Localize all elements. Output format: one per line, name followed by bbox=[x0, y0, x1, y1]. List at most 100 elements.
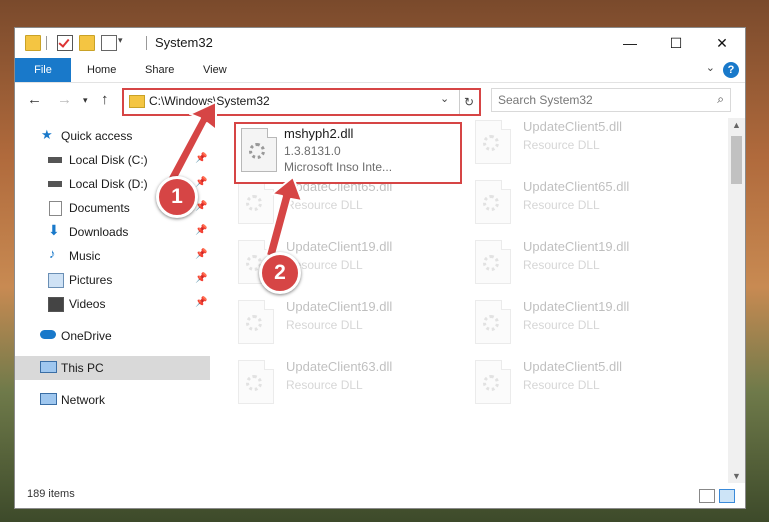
step-1-badge: 1 bbox=[156, 176, 198, 218]
sidebar-item-label: This PC bbox=[61, 361, 104, 375]
file-tile[interactable]: UpdateClient19.dll Resource DLL bbox=[475, 298, 700, 353]
file-name: UpdateClient5.dll bbox=[523, 359, 623, 374]
sidebar-item-local-disk-c[interactable]: Local Disk (C:) 📌 bbox=[15, 148, 210, 172]
dll-file-icon bbox=[238, 180, 274, 224]
file-type: Resource DLL bbox=[286, 378, 363, 392]
sidebar-item-videos[interactable]: Videos 📌 bbox=[15, 292, 210, 316]
file-type: Resource DLL bbox=[523, 318, 600, 332]
file-name: UpdateClient65.dll bbox=[523, 179, 630, 194]
file-type: Resource DLL bbox=[523, 378, 600, 392]
sidebar-item-label: Network bbox=[61, 393, 106, 407]
customize-icon[interactable] bbox=[101, 35, 117, 51]
sidebar-item-this-pc[interactable]: This PC bbox=[15, 356, 210, 380]
video-icon bbox=[48, 297, 64, 312]
network-icon bbox=[40, 393, 57, 405]
sidebar-item-downloads[interactable]: ⬇ Downloads 📌 bbox=[15, 220, 210, 244]
file-name: UpdateClient19.dll bbox=[286, 239, 393, 254]
scrollbar-thumb[interactable] bbox=[731, 136, 742, 184]
vertical-scrollbar[interactable]: ▲ ▼ bbox=[728, 118, 745, 483]
forward-arrow-icon[interactable]: → bbox=[57, 91, 72, 108]
new-folder-icon[interactable] bbox=[79, 35, 95, 51]
maximize-button[interactable]: ☐ bbox=[653, 28, 699, 58]
star-icon: ★ bbox=[41, 127, 53, 142]
sidebar-item-onedrive[interactable]: OneDrive bbox=[15, 324, 210, 348]
help-icon[interactable]: ? bbox=[723, 62, 739, 78]
dll-file-icon bbox=[238, 300, 274, 344]
cloud-icon bbox=[40, 330, 56, 339]
pin-icon: 📌 bbox=[195, 225, 208, 236]
download-icon: ⬇ bbox=[48, 222, 60, 238]
file-type: Resource DLL bbox=[286, 318, 363, 332]
sidebar-item-label: Music bbox=[69, 249, 101, 263]
file-tile[interactable]: UpdateClient19.dll Resource DLL bbox=[475, 238, 700, 293]
details-view-icon[interactable] bbox=[699, 489, 715, 503]
tab-share[interactable]: Share bbox=[135, 58, 184, 82]
address-row: ← → ▾ ↑ C:\Windows\System32 ⌄ ↻ Search S… bbox=[15, 83, 745, 117]
navigation-pane: ★ Quick access Local Disk (C:) 📌 Local D… bbox=[15, 118, 210, 478]
file-type: Resource DLL bbox=[286, 198, 363, 212]
address-bar[interactable]: C:\Windows\System32 ⌄ ↻ bbox=[122, 88, 481, 116]
window-title: System32 bbox=[155, 35, 213, 50]
explorer-window: ▾ System32 — ☐ ✕ File Home Share View ⌄ … bbox=[15, 28, 745, 508]
sidebar-item-quick-access[interactable]: ★ Quick access bbox=[15, 124, 210, 148]
drive-icon bbox=[48, 157, 62, 163]
file-name: UpdateClient5.dll bbox=[523, 119, 623, 134]
back-arrow-icon[interactable]: ← bbox=[27, 91, 42, 108]
sidebar-item-music[interactable]: ♪ Music 📌 bbox=[15, 244, 210, 268]
file-company: Microsoft Inso Inte... bbox=[284, 160, 393, 174]
dll-file-icon bbox=[475, 360, 511, 404]
search-placeholder: Search System32 bbox=[498, 93, 593, 107]
ribbon: File Home Share View ⌄ ? bbox=[15, 58, 745, 83]
folder-icon bbox=[25, 35, 41, 51]
scroll-up-icon[interactable]: ▲ bbox=[732, 120, 741, 130]
sidebar-item-label: OneDrive bbox=[61, 329, 112, 343]
scroll-down-icon[interactable]: ▼ bbox=[732, 471, 741, 481]
divider bbox=[146, 36, 147, 50]
file-tile[interactable]: UpdateClient5.dll Resource DLL bbox=[475, 118, 700, 173]
dll-file-icon bbox=[475, 240, 511, 284]
sidebar-item-pictures[interactable]: Pictures 📌 bbox=[15, 268, 210, 292]
file-type: Resource DLL bbox=[523, 198, 600, 212]
sidebar-item-label: Documents bbox=[69, 201, 130, 215]
pin-icon: 📌 bbox=[195, 177, 208, 188]
sidebar-item-network[interactable]: Network bbox=[15, 388, 210, 412]
file-tile[interactable]: UpdateClient19.dll Resource DLL bbox=[238, 298, 463, 353]
properties-icon[interactable] bbox=[57, 35, 73, 51]
tab-file[interactable]: File bbox=[15, 58, 71, 82]
minimize-button[interactable]: — bbox=[607, 28, 653, 58]
file-tile[interactable]: UpdateClient5.dll Resource DLL bbox=[475, 358, 700, 413]
pin-icon: 📌 bbox=[195, 153, 208, 164]
chevron-down-icon[interactable]: ▾ bbox=[118, 35, 123, 46]
file-type: Resource DLL bbox=[523, 258, 600, 272]
file-tile[interactable]: UpdateClient65.dll Resource DLL bbox=[238, 178, 463, 233]
up-arrow-icon[interactable]: ↑ bbox=[101, 91, 109, 108]
file-tile[interactable]: UpdateClient65.dll Resource DLL bbox=[475, 178, 700, 233]
chevron-down-icon[interactable]: ⌄ bbox=[440, 92, 449, 105]
selected-file-tile[interactable]: mshyph2.dll 1.3.8131.0 Microsoft Inso In… bbox=[234, 122, 462, 184]
large-icons-view-icon[interactable] bbox=[719, 489, 735, 503]
search-icon[interactable]: ⌕ bbox=[717, 92, 724, 107]
file-tile[interactable]: UpdateClient63.dll Resource DLL bbox=[238, 358, 463, 413]
file-name: UpdateClient63.dll bbox=[286, 359, 393, 374]
file-version: 1.3.8131.0 bbox=[284, 144, 341, 158]
dll-file-icon bbox=[475, 120, 511, 164]
search-input[interactable]: Search System32 ⌕ bbox=[491, 88, 731, 112]
computer-icon bbox=[40, 361, 57, 373]
refresh-icon[interactable]: ↻ bbox=[459, 90, 478, 114]
ribbon-expand-icon[interactable]: ⌄ bbox=[706, 61, 715, 74]
divider bbox=[46, 36, 47, 50]
recent-locations-icon[interactable]: ▾ bbox=[83, 95, 88, 106]
music-icon: ♪ bbox=[49, 246, 56, 261]
sidebar-item-label: Downloads bbox=[69, 225, 129, 239]
status-bar: 189 items bbox=[15, 484, 745, 508]
drive-icon bbox=[48, 181, 62, 187]
dll-file-icon bbox=[475, 300, 511, 344]
item-count: 189 items bbox=[27, 488, 75, 500]
file-name: UpdateClient19.dll bbox=[286, 299, 393, 314]
tab-view[interactable]: View bbox=[193, 58, 237, 82]
tab-home[interactable]: Home bbox=[77, 58, 126, 82]
close-button[interactable]: ✕ bbox=[699, 28, 745, 58]
sidebar-item-label: Local Disk (C:) bbox=[69, 153, 148, 167]
address-path[interactable]: C:\Windows\System32 bbox=[149, 94, 270, 108]
sidebar-item-label: Local Disk (D:) bbox=[69, 177, 148, 191]
